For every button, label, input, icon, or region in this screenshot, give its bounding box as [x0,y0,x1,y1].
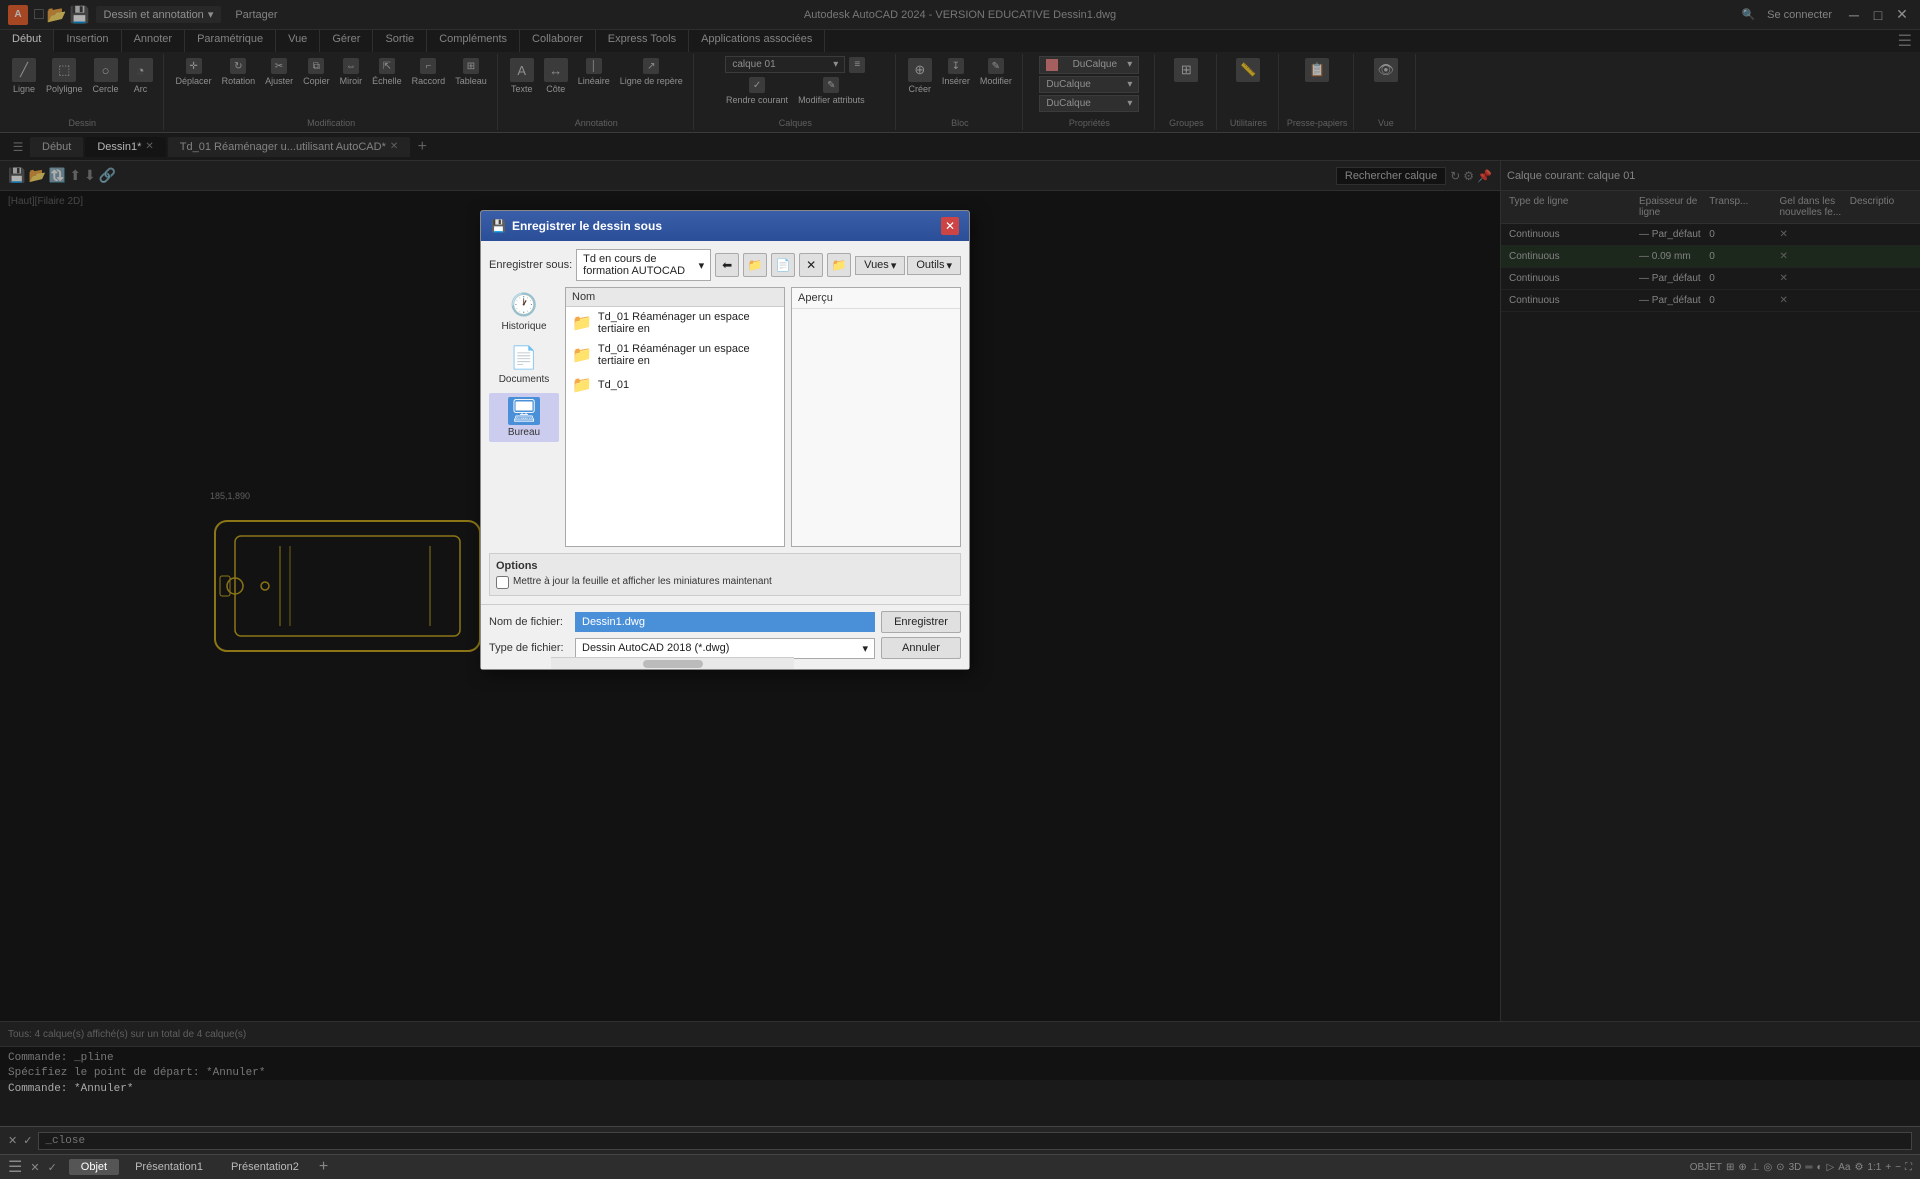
col-nom: Nom [572,291,595,303]
documents-icon: 📄 [508,344,540,372]
polar-icon[interactable]: ◎ [1763,1162,1772,1173]
option-checkbox-row: Mettre à jour la feuille et afficher les… [496,576,954,589]
filename-row: Nom de fichier: Enregistrer [489,611,961,633]
tab-presentation1[interactable]: Présentation1 [123,1159,215,1175]
command-input-bar: ✕ ✓ [0,1126,1920,1154]
cancel-btn[interactable]: Annuler [881,637,961,659]
documents-label: Documents [499,374,550,385]
option-checkbox-label: Mettre à jour la feuille et afficher les… [513,576,772,587]
folder-icon-3: 📁 [572,375,592,395]
dialog-body: Enregistrer sous: Td en cours de formati… [481,241,969,604]
cmd-confirm-icon[interactable]: ✓ [23,1134,32,1147]
new-folder-btn[interactable]: 📄 [771,253,795,277]
annotative-icon[interactable]: Aa [1838,1162,1850,1173]
modal-overlay: 💾 Enregistrer le dessin sous ✕ Enregistr… [0,0,1920,1080]
nav-back-btn[interactable]: ⬅ [715,253,739,277]
3d-icon[interactable]: 3D [1789,1162,1802,1173]
dialog-toolbar: Enregistrer sous: Td en cours de formati… [489,249,961,281]
bottom-delete-icon[interactable]: ✕ [30,1161,39,1174]
dialog-titlebar: 💾 Enregistrer le dessin sous ✕ [481,211,969,241]
filetype-dropdown[interactable]: Dessin AutoCAD 2018 (*.dwg) ▾ [575,638,875,659]
dialog-title-text: Enregistrer le dessin sous [512,219,662,233]
zoom-out-icon[interactable]: − [1895,1162,1901,1173]
osnap-icon[interactable]: ⊙ [1776,1162,1784,1173]
save-location-dropdown[interactable]: Td en cours de formation AUTOCAD ▾ [576,249,711,281]
filetype-row: Type de fichier: Dessin AutoCAD 2018 (*.… [489,637,961,659]
cmd-line-3: Commande: *Annuler* [8,1082,1912,1097]
dialog-content: 🕐 Historique 📄 Documents 🖥 Bureau [489,287,961,547]
cmd-text-3: Commande: *Annuler* [8,1083,133,1095]
dropdown-arrow: ▾ [699,259,705,272]
file-item-3[interactable]: 📁 Td_01 [566,371,784,399]
delete-btn[interactable]: ✕ [799,253,823,277]
bottom-check-icon[interactable]: ✓ [48,1161,57,1174]
historique-icon: 🕐 [508,291,540,319]
file-list: Nom 📁 Td_01 Réaménager un espace tertiai… [565,287,785,547]
dialog-title-left: 💾 Enregistrer le dessin sous [491,219,662,233]
dialog-sidebar: 🕐 Historique 📄 Documents 🖥 Bureau [489,287,559,547]
transparency-icon[interactable]: ◐ [1816,1162,1822,1173]
scrollbar-thumb [643,660,703,668]
dialog-close-btn[interactable]: ✕ [941,217,959,235]
folder-btn[interactable]: 📁 [827,253,851,277]
zoom-level: 1:1 [1867,1162,1881,1173]
select-icon[interactable]: ▷ [1827,1162,1835,1173]
save-location-value: Td en cours de formation AUTOCAD [583,253,698,277]
filetype-arrow: ▾ [862,642,868,655]
filetype-label: Type de fichier: [489,642,569,654]
options-label: Options [496,560,954,572]
sidebar-bureau[interactable]: 🖥 Bureau [489,393,559,442]
file-list-header: Nom [566,288,784,307]
workspace-sw-icon[interactable]: ⚙ [1854,1162,1863,1173]
bottom-tabs: ☰ ✕ ✓ Objet Présentation1 Présentation2 … [0,1154,1920,1179]
command-text-input[interactable] [38,1132,1912,1150]
preview-area: Aperçu [791,287,961,547]
filename-input[interactable] [575,612,875,632]
ortho-icon[interactable]: ⊥ [1751,1162,1760,1173]
status-model-icon: OBJET [1690,1162,1722,1173]
cmd-cancel-icon[interactable]: ✕ [8,1134,17,1147]
file-name-2: Td_01 Réaménager un espace tertiaire en [598,343,778,367]
dialog-hscrollbar[interactable] [551,657,794,669]
file-name-3: Td_01 [598,379,629,391]
options-area: Options Mettre à jour la feuille et affi… [489,553,961,596]
bureau-icon: 🖥 [508,397,540,425]
zoom-in-icon[interactable]: + [1885,1162,1891,1173]
nav-up-btn[interactable]: 📁 [743,253,767,277]
tab-presentation2[interactable]: Présentation2 [219,1159,311,1175]
grid-icon[interactable]: ⊞ [1726,1162,1734,1173]
add-layout-btn[interactable]: + [319,1158,328,1176]
option-checkbox[interactable] [496,576,509,589]
snap-icon[interactable]: ⊕ [1738,1162,1746,1173]
fullscreen-icon[interactable]: ⛶ [1905,1162,1912,1173]
lineweight-icon[interactable]: ═ [1805,1162,1812,1173]
dialog-icon: 💾 [491,219,506,233]
preview-content [792,309,960,546]
preview-label: Aperçu [792,288,960,309]
historique-label: Historique [501,321,546,332]
folder-icon-2: 📁 [572,345,592,365]
save-btn[interactable]: Enregistrer [881,611,961,633]
file-name-1: Td_01 Réaménager un espace tertiaire en [598,311,778,335]
sidebar-historique[interactable]: 🕐 Historique [489,287,559,336]
tab-objet[interactable]: Objet [69,1159,119,1175]
save-dialog: 💾 Enregistrer le dessin sous ✕ Enregistr… [480,210,970,670]
filetype-value: Dessin AutoCAD 2018 (*.dwg) [582,642,729,654]
bureau-label: Bureau [508,427,540,438]
bottom-menu-icon[interactable]: ☰ [8,1157,22,1177]
sidebar-documents[interactable]: 📄 Documents [489,340,559,389]
file-item-2[interactable]: 📁 Td_01 Réaménager un espace tertiaire e… [566,339,784,371]
file-item-1[interactable]: 📁 Td_01 Réaménager un espace tertiaire e… [566,307,784,339]
filename-label: Nom de fichier: [489,616,569,628]
folder-icon-1: 📁 [572,313,592,333]
views-btn[interactable]: Vues▾ [855,256,905,275]
tools-btn[interactable]: Outils▾ [907,256,961,275]
save-location-label: Enregistrer sous: [489,259,572,271]
